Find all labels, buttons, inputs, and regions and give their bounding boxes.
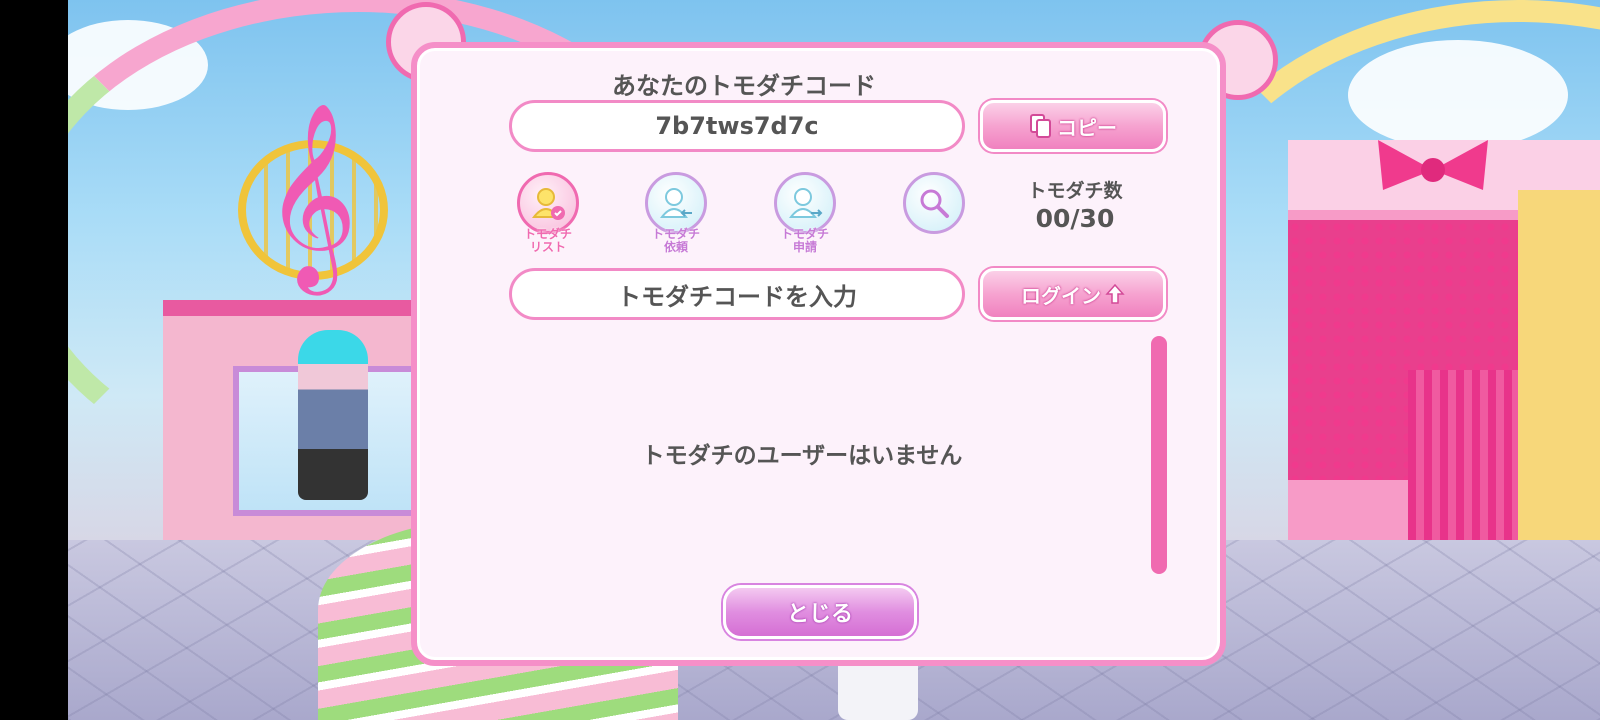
idol-poster: [298, 330, 368, 500]
friend-applications-label: トモダチ 申請: [780, 227, 829, 254]
copy-button-label: コピー: [1057, 115, 1117, 140]
friend-code-input[interactable]: トモダチコードを入力: [509, 268, 965, 320]
friend-requests-button[interactable]: [645, 172, 707, 234]
friend-search-button[interactable]: [903, 172, 965, 234]
copy-icon: [1030, 114, 1051, 138]
friend-count-value: 00/30: [1035, 204, 1115, 233]
search-icon: [920, 189, 949, 218]
login-button[interactable]: ログイン: [980, 268, 1166, 320]
friend-code-dialog: あなたのトモダチコード 7b7tws7d7c コピー トモダチ リスト トモダチ依…: [411, 42, 1226, 666]
list-scrollbar[interactable]: [1151, 336, 1167, 574]
friend-list-label: トモダチ リスト: [523, 227, 572, 254]
friend-applications-button[interactable]: [774, 172, 836, 234]
login-button-label: ログイン: [1021, 283, 1101, 308]
friend-code-display: 7b7tws7d7c: [509, 100, 965, 152]
copy-button[interactable]: コピー: [980, 100, 1166, 152]
arrow-up-icon: [1105, 283, 1125, 304]
friend-list-button[interactable]: [517, 172, 579, 234]
friend-apply-icon: [788, 188, 823, 218]
treble-clef-icon: 𝄞: [263, 100, 358, 287]
empty-list-message: トモダチのユーザーはいません: [641, 443, 963, 469]
friend-list[interactable]: トモダチのユーザーはいません: [457, 338, 1147, 578]
friend-request-icon: [659, 188, 692, 218]
friend-count-label: トモダチ数: [1027, 180, 1123, 202]
close-button[interactable]: とじる: [723, 585, 917, 639]
ribbon-bow-decoration: [1378, 140, 1488, 190]
dialog-title: あなたのトモダチコード: [612, 72, 876, 100]
friend-requests-label: トモダチ 依頼: [651, 227, 700, 254]
friend-list-icon: [531, 188, 565, 220]
